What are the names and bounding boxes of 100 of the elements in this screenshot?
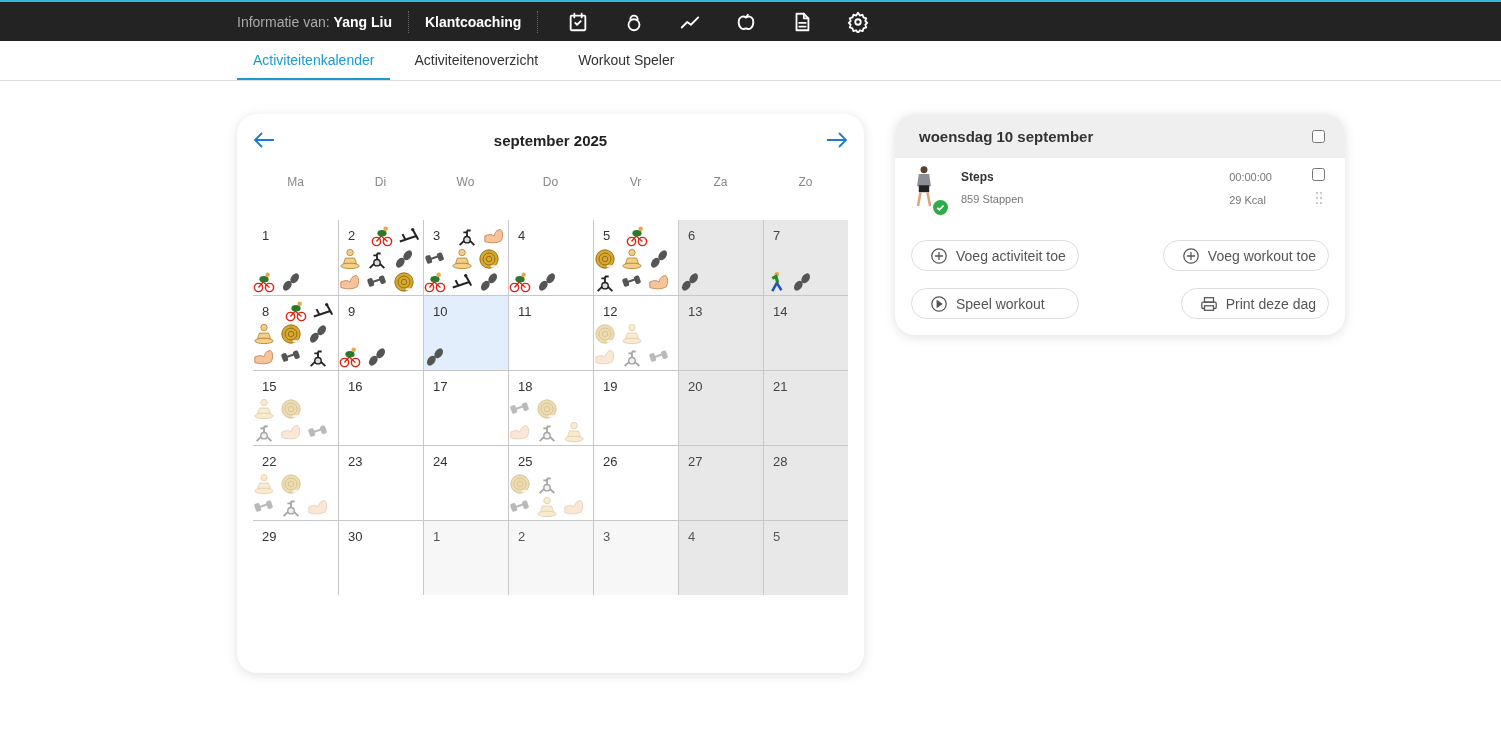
info-label: Informatie van: [237, 13, 330, 30]
drag-handle-icon[interactable] [1314, 191, 1323, 205]
day-number: 22 [261, 453, 278, 469]
day-number: 8 [261, 303, 271, 319]
shoe-prints-icon[interactable] [648, 247, 670, 270]
shoe-prints-icon[interactable] [478, 270, 500, 293]
day-number: 25 [517, 453, 534, 469]
action-button[interactable]: Print deze dag [1180, 288, 1329, 319]
day-cell[interactable]: 3 [593, 520, 678, 595]
day-number: 3 [602, 528, 612, 544]
shoe-prints-icon[interactable] [679, 270, 701, 293]
day-cell[interactable]: 14 [763, 295, 848, 370]
day-cell[interactable]: 4 [678, 520, 763, 595]
next-month-arrow-icon[interactable] [826, 131, 848, 149]
section-title: Klantcoaching [424, 13, 522, 30]
day-cell[interactable]: 23 [338, 445, 423, 520]
action-button[interactable]: Speel workout [911, 288, 1079, 319]
day-number: 13 [687, 303, 704, 319]
day-cell[interactable]: 21 [763, 370, 848, 445]
weekday-label: Za [713, 175, 728, 189]
day-cell[interactable]: 28 [763, 445, 848, 520]
day-number: 11 [517, 303, 533, 319]
activity-duration: 00:00:00 [1229, 171, 1272, 183]
day-cell[interactable]: 10 [423, 295, 508, 370]
day-checkbox[interactable] [1312, 129, 1325, 143]
day-number: 5 [772, 528, 782, 544]
day-number: 23 [347, 453, 364, 469]
day-title: woensdag 10 september [919, 127, 1094, 145]
cyclist-icon[interactable] [339, 345, 361, 368]
activity-calories: 29 Kcal [1229, 194, 1267, 206]
cyclist-icon[interactable] [626, 224, 648, 247]
tab[interactable]: Workout Speler [562, 41, 691, 80]
day-number: 1 [432, 528, 442, 544]
shoe-prints-icon[interactable] [791, 270, 813, 293]
settings-icon[interactable] [846, 9, 871, 34]
day-number: 2 [517, 528, 527, 544]
day-cell[interactable]: 7 [763, 220, 848, 295]
shoe-prints-icon[interactable] [307, 323, 329, 345]
day-number: 18 [517, 378, 534, 394]
day-cell[interactable]: 24 [423, 445, 508, 520]
weekday-label: Zo [798, 175, 813, 189]
day-number: 5 [602, 228, 612, 243]
action-button[interactable]: Voeg workout toe [1162, 240, 1329, 271]
seated-figure-icon[interactable] [339, 247, 361, 270]
day-cell[interactable]: 6 [678, 220, 763, 295]
rope-coil-icon[interactable] [594, 247, 616, 270]
cyclist-icon[interactable] [371, 224, 393, 247]
day-number: 2 [347, 228, 357, 243]
day-cell[interactable]: 27 [678, 445, 763, 520]
play-circle-icon [930, 294, 948, 313]
plus-circle-icon [930, 246, 948, 265]
day-cell[interactable]: 1 [423, 520, 508, 595]
shoe-prints-icon[interactable] [424, 345, 446, 368]
day-number: 1 [261, 228, 271, 243]
day-cell[interactable]: 11 [508, 295, 593, 370]
shoe-prints-icon[interactable] [366, 345, 388, 368]
day-number: 10 [432, 303, 449, 319]
rope-coil-icon[interactable] [280, 323, 302, 345]
day-number: 9 [347, 303, 357, 319]
day-cell[interactable]: 19 [593, 370, 678, 445]
day-number: 16 [347, 378, 364, 394]
day-number: 29 [261, 528, 278, 544]
month-title: september 2025 [493, 131, 608, 149]
shoe-prints-icon[interactable] [280, 270, 302, 293]
weekday-label: Di [374, 175, 387, 189]
day-number: 17 [432, 378, 449, 394]
day-cell[interactable]: 30 [338, 520, 423, 595]
weekday-label: Vr [629, 175, 642, 189]
shoe-prints-icon[interactable] [536, 270, 558, 293]
day-number: 4 [517, 228, 527, 243]
rope-coil-icon[interactable] [478, 247, 500, 270]
day-cell[interactable]: 9 [338, 295, 423, 370]
day-number: 30 [347, 528, 364, 544]
weekday-label: Ma [287, 175, 304, 189]
tab[interactable]: Activiteitenoverzicht [398, 41, 555, 80]
cyclist-icon[interactable] [285, 300, 307, 323]
day-cell[interactable]: 17 [423, 370, 508, 445]
day-cell[interactable]: 16 [338, 370, 423, 445]
shoe-prints-icon[interactable] [393, 247, 415, 270]
day-number: 14 [772, 303, 789, 319]
day-cell[interactable]: 26 [593, 445, 678, 520]
cyclist-icon[interactable] [253, 270, 275, 293]
activity-name: Steps [961, 170, 995, 184]
day-number: 15 [261, 378, 278, 394]
day-cell[interactable]: 13 [678, 295, 763, 370]
weekday-label: Do [542, 175, 559, 189]
day-cell[interactable]: 8 [253, 295, 338, 370]
cyclist-icon[interactable] [424, 270, 446, 293]
day-number: 7 [772, 228, 782, 243]
activity-checkbox[interactable] [1312, 168, 1325, 181]
printer-icon [1199, 294, 1218, 313]
rope-coil-icon[interactable] [393, 270, 415, 293]
seated-figure-icon[interactable] [253, 323, 275, 345]
day-number: 6 [687, 228, 697, 243]
action-button[interactable]: Voeg activiteit toe [911, 240, 1079, 271]
day-cell[interactable]: 5 [763, 520, 848, 595]
cyclist-icon[interactable] [509, 270, 531, 293]
day-cell[interactable]: 2 [508, 520, 593, 595]
day-cell[interactable]: 20 [678, 370, 763, 445]
previous-month-arrow-icon[interactable] [253, 131, 275, 149]
